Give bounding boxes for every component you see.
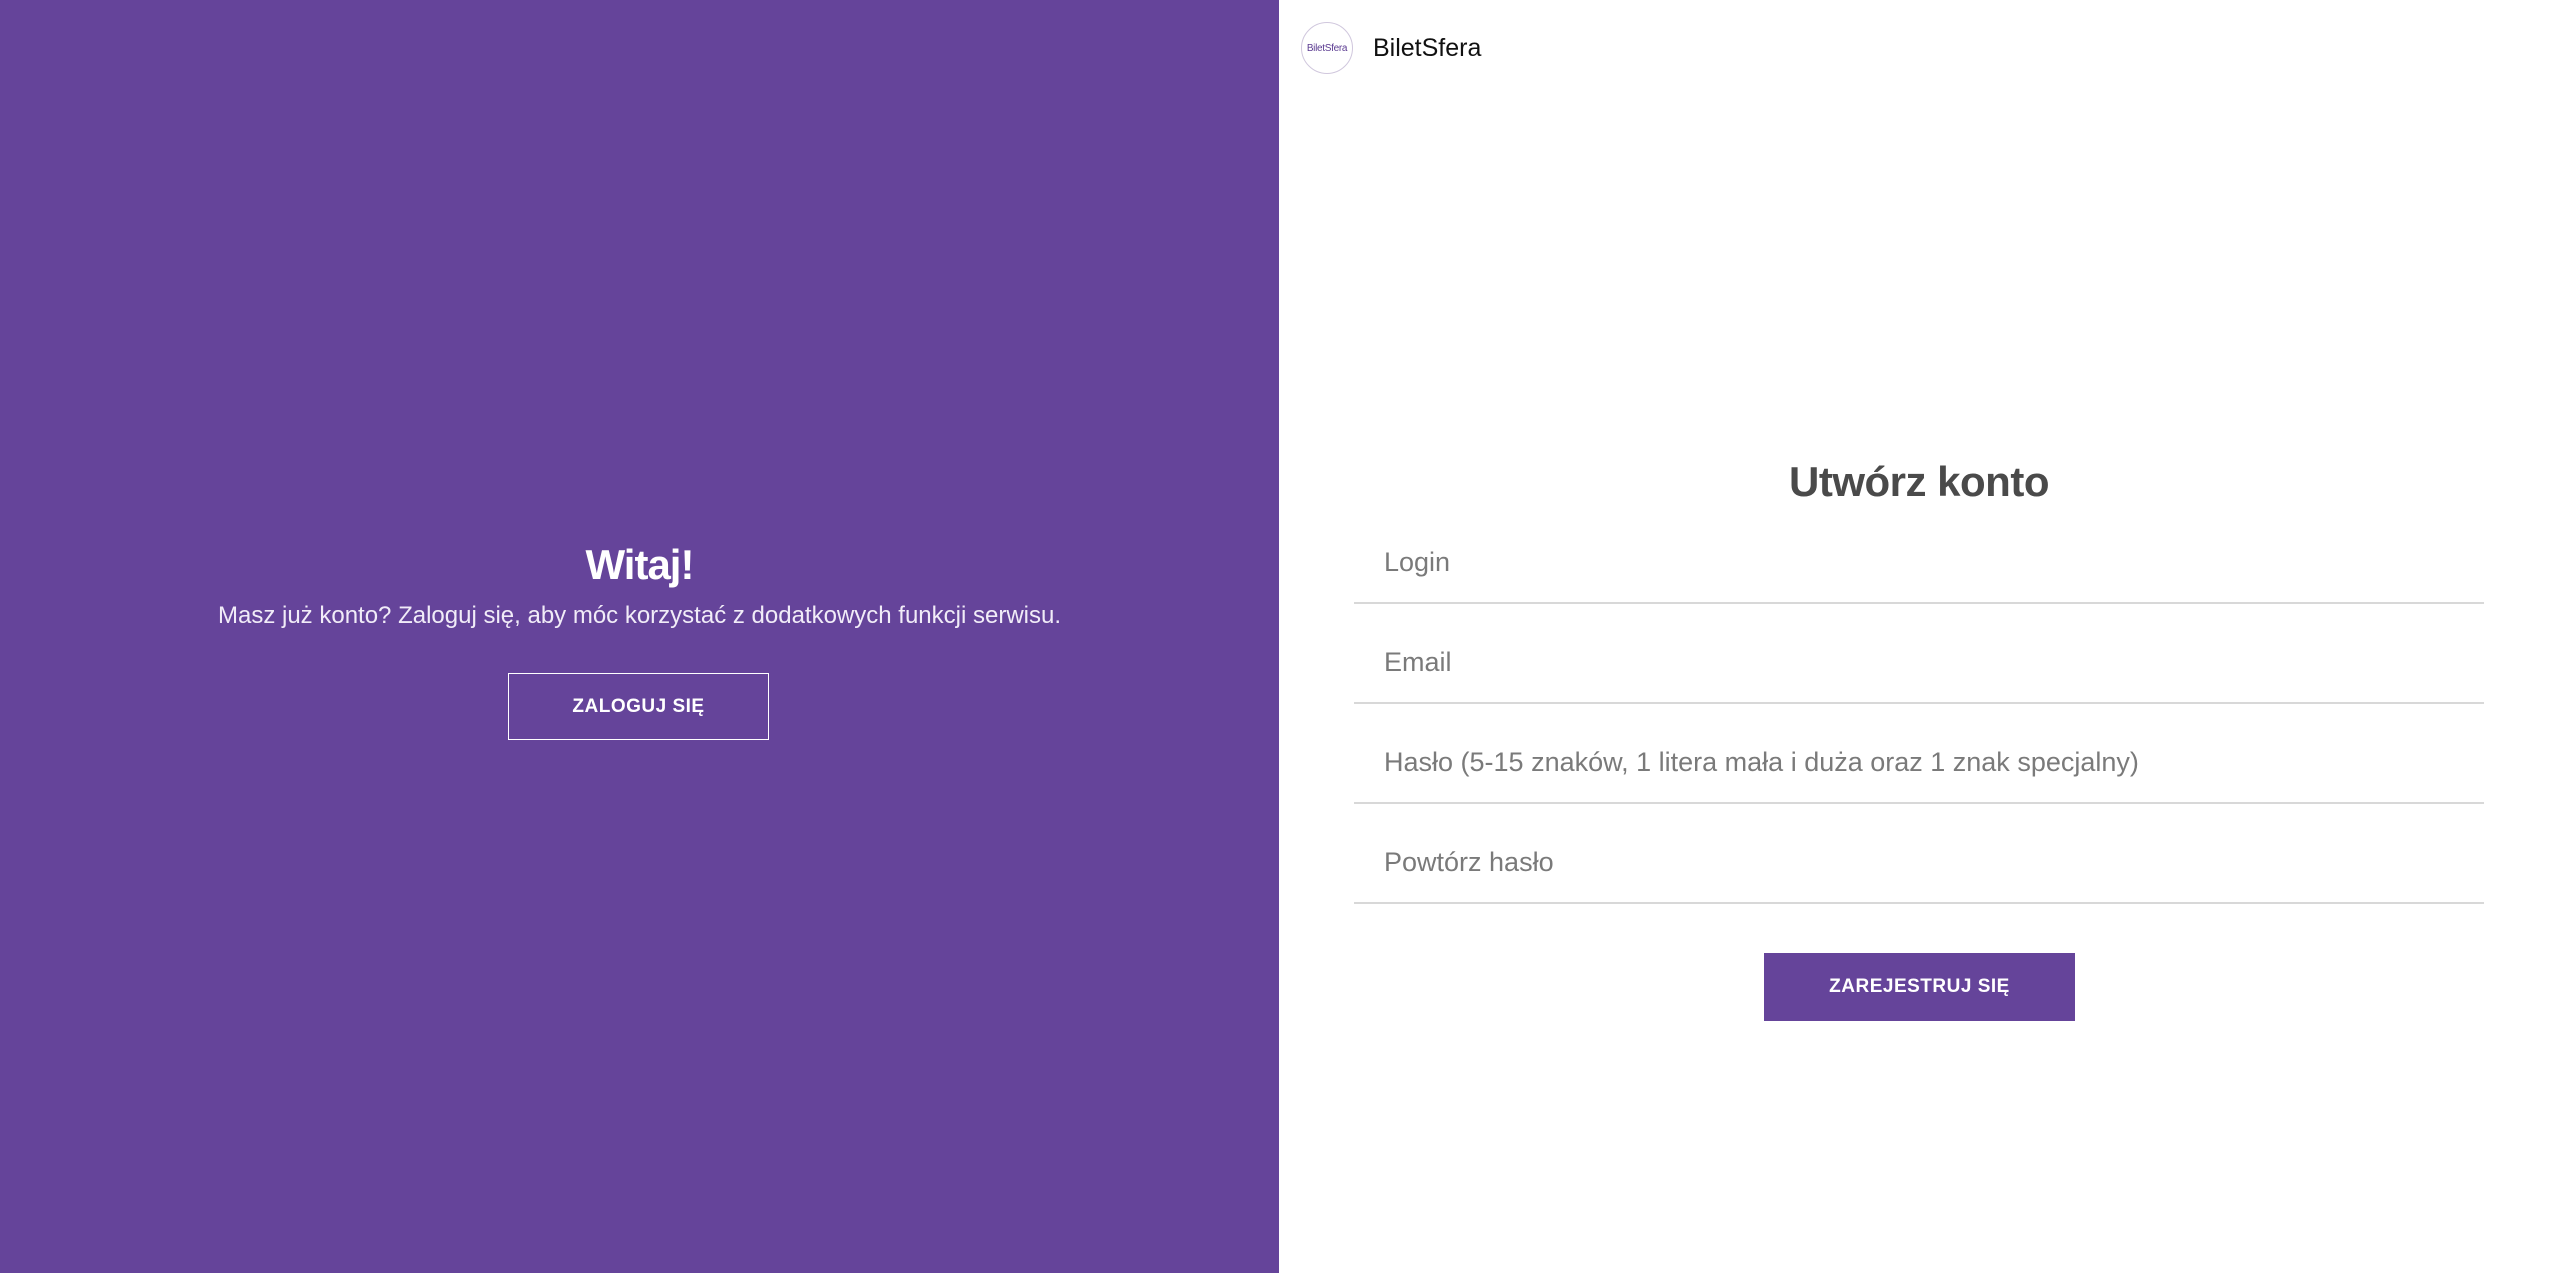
register-page: Witaj! Masz już konto? Zaloguj się, aby …: [0, 0, 2559, 1273]
register-button[interactable]: ZAREJESTRUJ SIĘ: [1764, 953, 2075, 1021]
welcome-title: Witaj!: [585, 541, 695, 588]
password-field: [1354, 704, 2484, 804]
brand-name[interactable]: BiletSfera: [1373, 34, 1481, 63]
login-input[interactable]: [1354, 522, 2484, 602]
welcome-block: Witaj! Masz już konto? Zaloguj się, aby …: [0, 535, 1279, 633]
email-input[interactable]: [1354, 622, 2484, 702]
login-button[interactable]: ZALOGUJ SIĘ: [508, 673, 769, 740]
email-field: [1354, 604, 2484, 704]
password-repeat-field: [1354, 804, 2484, 904]
welcome-panel: Witaj! Masz już konto? Zaloguj się, aby …: [0, 0, 1279, 1273]
login-field: [1354, 504, 2484, 604]
brand-logo[interactable]: BiletSfera: [1301, 22, 1353, 74]
brand[interactable]: BiletSfera BiletSfera: [1301, 20, 1481, 76]
password-repeat-input[interactable]: [1354, 822, 2484, 902]
register-panel: BiletSfera BiletSfera Utwórz konto ZAREJ…: [1279, 0, 2559, 1273]
form-title: Utwórz konto: [1789, 458, 2049, 505]
welcome-subtitle: Masz już konto? Zaloguj się, aby móc kor…: [217, 602, 1061, 629]
password-input[interactable]: [1354, 722, 2484, 802]
